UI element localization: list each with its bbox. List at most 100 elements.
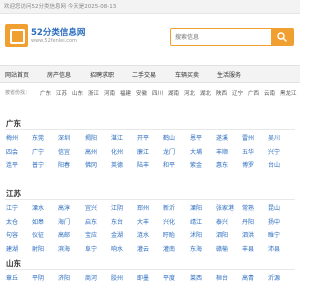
city-link[interactable]: 启东 — [85, 217, 97, 226]
province-link[interactable]: 安徽 — [136, 89, 147, 97]
city-link[interactable]: 高邮 — [58, 230, 70, 239]
city-link[interactable]: 沛县 — [268, 244, 280, 253]
city-link[interactable]: 新沂 — [163, 203, 175, 212]
city-link[interactable]: 佛冈 — [85, 160, 97, 169]
city-link[interactable]: 化州 — [111, 147, 123, 156]
city-link[interactable]: 平阴 — [32, 273, 44, 282]
nav-jobs[interactable]: 招聘求职 — [90, 70, 114, 79]
city-link[interactable]: 四会 — [6, 147, 18, 156]
city-link[interactable]: 涟水 — [137, 230, 149, 239]
city-link[interactable]: 泰兴 — [216, 217, 228, 226]
city-link[interactable]: 博罗 — [242, 160, 254, 169]
province-link[interactable]: 江苏 — [56, 89, 67, 97]
city-link[interactable]: 莱西 — [190, 273, 202, 282]
city-link[interactable]: 平度 — [163, 273, 175, 282]
city-link[interactable]: 东台 — [111, 217, 123, 226]
city-link[interactable]: 江宁 — [6, 203, 18, 212]
city-link[interactable]: 高州 — [85, 147, 97, 156]
city-link[interactable]: 和平 — [163, 160, 175, 169]
city-link[interactable]: 湛江 — [111, 133, 123, 142]
city-link[interactable]: 海门 — [58, 217, 70, 226]
city-link[interactable]: 赣榆 — [216, 244, 228, 253]
city-link[interactable]: 建湖 — [6, 244, 18, 253]
city-link[interactable]: 溧水 — [32, 203, 44, 212]
city-link[interactable]: 宝应 — [85, 230, 97, 239]
city-link[interactable]: 溧阳 — [190, 203, 202, 212]
city-link[interactable]: 商河 — [85, 273, 97, 282]
city-link[interactable]: 射阳 — [32, 244, 44, 253]
city-link[interactable]: 广宁 — [32, 147, 44, 156]
city-link[interactable]: 桓台 — [216, 273, 228, 282]
site-logo[interactable]: 52分类信息网 www.52fenlei.com — [5, 24, 85, 48]
city-link[interactable]: 阜宁 — [85, 244, 97, 253]
city-link[interactable]: 句容 — [6, 230, 18, 239]
province-link[interactable]: 浙江 — [88, 89, 99, 97]
province-link[interactable]: 陕西 — [216, 89, 227, 97]
city-link[interactable]: 东海 — [190, 244, 202, 253]
city-link[interactable]: 龙门 — [163, 147, 175, 156]
city-link[interactable]: 宜兴 — [85, 203, 97, 212]
province-link[interactable]: 广西 — [248, 89, 259, 97]
city-link[interactable]: 胶州 — [111, 273, 123, 282]
city-link[interactable]: 昆山 — [268, 203, 280, 212]
city-link[interactable]: 兴化 — [163, 217, 175, 226]
city-link[interactable]: 梅州 — [6, 133, 18, 142]
province-link[interactable]: 山东 — [72, 89, 83, 97]
city-link[interactable]: 紫金 — [190, 160, 202, 169]
city-link[interactable]: 如皋 — [32, 217, 44, 226]
city-link[interactable]: 泗洪 — [242, 230, 254, 239]
city-link[interactable]: 东莞 — [32, 133, 44, 142]
city-link[interactable]: 济阳 — [58, 273, 70, 282]
city-link[interactable]: 金湖 — [111, 230, 123, 239]
province-link[interactable]: 辽宁 — [232, 89, 243, 97]
city-link[interactable]: 响水 — [111, 244, 123, 253]
city-link[interactable]: 廉江 — [137, 147, 149, 156]
city-link[interactable]: 揭阳 — [85, 133, 97, 142]
city-link[interactable]: 开平 — [137, 133, 149, 142]
province-link[interactable]: 云南 — [264, 89, 275, 97]
city-link[interactable]: 雷州 — [242, 133, 254, 142]
city-link[interactable]: 五华 — [242, 147, 254, 156]
search-input[interactable] — [175, 31, 265, 44]
city-link[interactable]: 大丰 — [137, 217, 149, 226]
city-link[interactable]: 邳州 — [137, 203, 149, 212]
city-link[interactable]: 灌云 — [137, 244, 149, 253]
nav-services[interactable]: 生活服务 — [217, 70, 241, 79]
city-link[interactable]: 台山 — [268, 160, 280, 169]
city-link[interactable]: 丰顺 — [216, 147, 228, 156]
city-link[interactable]: 深圳 — [58, 133, 70, 142]
city-link[interactable]: 靖江 — [190, 217, 202, 226]
city-link[interactable]: 江阴 — [111, 203, 123, 212]
city-link[interactable]: 普宁 — [32, 160, 44, 169]
province-link[interactable]: 福建 — [120, 89, 131, 97]
province-link[interactable]: 湖北 — [200, 89, 211, 97]
city-link[interactable]: 阳春 — [58, 160, 70, 169]
city-link[interactable]: 盱眙 — [163, 230, 175, 239]
city-link[interactable]: 恩平 — [190, 133, 202, 142]
city-link[interactable]: 即墨 — [137, 273, 149, 282]
city-link[interactable]: 信宜 — [58, 147, 70, 156]
province-link[interactable]: 黑龙江 — [280, 89, 297, 97]
nav-housing[interactable]: 房产信息 — [47, 70, 71, 79]
city-link[interactable]: 太仓 — [6, 217, 18, 226]
province-link[interactable]: 湖南 — [168, 89, 179, 97]
city-link[interactable]: 大埔 — [190, 147, 202, 156]
city-link[interactable]: 惠东 — [216, 160, 228, 169]
city-link[interactable]: 遂溪 — [216, 133, 228, 142]
province-link[interactable]: 广东 — [40, 89, 51, 97]
city-link[interactable]: 高青 — [242, 273, 254, 282]
province-link[interactable]: 河北 — [184, 89, 195, 97]
city-link[interactable]: 灌南 — [163, 244, 175, 253]
city-link[interactable]: 陆丰 — [137, 160, 149, 169]
city-link[interactable]: 常熟 — [242, 203, 254, 212]
nav-vehicles[interactable]: 车辆买卖 — [175, 70, 199, 79]
nav-secondhand[interactable]: 二手交易 — [132, 70, 156, 79]
city-link[interactable]: 连平 — [6, 160, 18, 169]
province-link[interactable]: 四川 — [152, 89, 163, 97]
province-link[interactable]: 河南 — [104, 89, 115, 97]
city-link[interactable]: 吴川 — [268, 133, 280, 142]
city-link[interactable]: 沭阳 — [190, 230, 202, 239]
city-link[interactable]: 丰县 — [242, 244, 254, 253]
city-link[interactable]: 泗阳 — [216, 230, 228, 239]
city-link[interactable]: 丹阳 — [242, 217, 254, 226]
